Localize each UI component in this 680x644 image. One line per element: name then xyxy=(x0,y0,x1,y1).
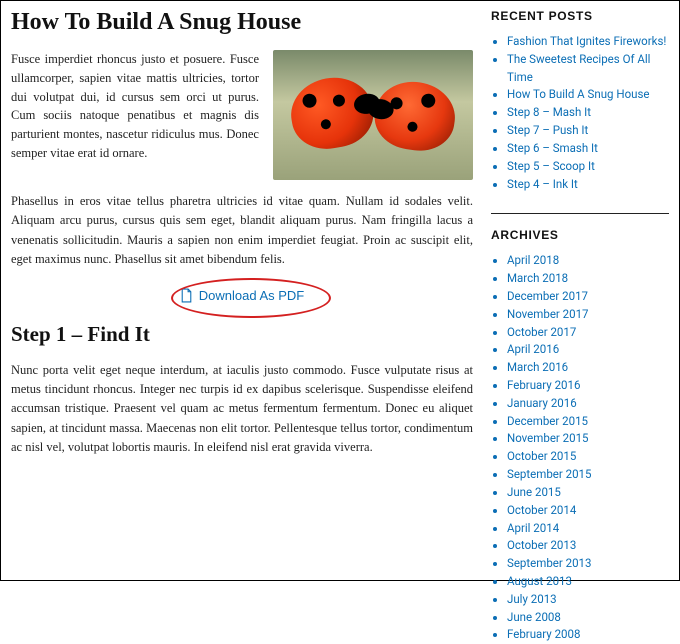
list-item: February 2016 xyxy=(507,377,669,395)
archive-link[interactable]: March 2018 xyxy=(507,271,568,285)
ladybug-icon xyxy=(371,77,460,155)
list-item: April 2014 xyxy=(507,520,669,538)
featured-image xyxy=(273,50,473,180)
archive-link[interactable]: February 2016 xyxy=(507,378,580,392)
list-item: June 2015 xyxy=(507,484,669,502)
archive-link[interactable]: October 2015 xyxy=(507,449,576,463)
list-item: June 2008 xyxy=(507,609,669,627)
recent-post-link[interactable]: Step 5 – Scoop It xyxy=(507,159,595,173)
list-item: October 2014 xyxy=(507,502,669,520)
archive-link[interactable]: April 2016 xyxy=(507,342,559,356)
list-item: October 2017 xyxy=(507,324,669,342)
archive-link[interactable]: March 2016 xyxy=(507,360,568,374)
archive-link[interactable]: November 2017 xyxy=(507,307,589,321)
archive-link[interactable]: September 2013 xyxy=(507,556,592,570)
recent-posts-list: Fashion That Ignites Fireworks! The Sweet… xyxy=(491,33,669,193)
list-item: November 2015 xyxy=(507,430,669,448)
sidebar: RECENT POSTS Fashion That Ignites Firewo… xyxy=(491,9,669,570)
recent-post-link[interactable]: Step 6 – Smash It xyxy=(507,141,598,155)
list-item: July 2013 xyxy=(507,591,669,609)
list-item: Fashion That Ignites Fireworks! xyxy=(507,33,669,51)
archive-link[interactable]: October 2013 xyxy=(507,538,576,552)
archives-heading: ARCHIVES xyxy=(491,228,669,242)
recent-post-link[interactable]: Step 4 – Ink It xyxy=(507,177,578,191)
lead-paragraph: Fusce imperdiet rhoncus justo et posuere… xyxy=(11,50,259,163)
pdf-file-icon xyxy=(180,288,193,303)
list-item: April 2016 xyxy=(507,341,669,359)
recent-post-link[interactable]: How To Build A Snug House xyxy=(507,87,650,101)
recent-posts-heading: RECENT POSTS xyxy=(491,9,669,23)
archive-link[interactable]: June 2008 xyxy=(507,610,561,624)
paragraph: Phasellus in eros vitae tellus pharetra … xyxy=(11,192,473,270)
list-item: The Sweetest Recipes Of All Time xyxy=(507,51,669,87)
list-item: March 2016 xyxy=(507,359,669,377)
list-item: March 2018 xyxy=(507,270,669,288)
archive-link[interactable]: July 2013 xyxy=(507,592,557,606)
list-item: Step 5 – Scoop It xyxy=(507,158,669,176)
list-item: How To Build A Snug House xyxy=(507,86,669,104)
recent-post-link[interactable]: The Sweetest Recipes Of All Time xyxy=(507,52,650,84)
archive-link[interactable]: April 2014 xyxy=(507,521,559,535)
lead-row: Fusce imperdiet rhoncus justo et posuere… xyxy=(11,50,473,180)
list-item: September 2015 xyxy=(507,466,669,484)
pdf-row: Download As PDF xyxy=(11,288,473,308)
list-item: January 2016 xyxy=(507,395,669,413)
archive-link[interactable]: November 2015 xyxy=(507,431,589,445)
ladybug-icon xyxy=(286,71,379,154)
list-item: April 2018 xyxy=(507,252,669,270)
recent-post-link[interactable]: Step 7 – Push It xyxy=(507,123,588,137)
list-item: December 2015 xyxy=(507,413,669,431)
list-item: October 2015 xyxy=(507,448,669,466)
archive-link[interactable]: February 2008 xyxy=(507,627,580,641)
list-item: Step 7 – Push It xyxy=(507,122,669,140)
archive-link[interactable]: June 2015 xyxy=(507,485,561,499)
archive-link[interactable]: December 2015 xyxy=(507,414,588,428)
list-item: August 2013 xyxy=(507,573,669,591)
archives-list: April 2018 March 2018 December 2017 Novembe… xyxy=(491,252,669,644)
list-item: December 2017 xyxy=(507,288,669,306)
list-item: February 2008 xyxy=(507,626,669,644)
recent-post-link[interactable]: Fashion That Ignites Fireworks! xyxy=(507,34,666,48)
archive-link[interactable]: December 2017 xyxy=(507,289,588,303)
list-item: September 2013 xyxy=(507,555,669,573)
archive-link[interactable]: January 2016 xyxy=(507,396,577,410)
archive-link[interactable]: October 2014 xyxy=(507,503,576,517)
list-item: Step 8 – Mash It xyxy=(507,104,669,122)
download-pdf-link[interactable]: Download As PDF xyxy=(180,288,305,303)
archive-link[interactable]: October 2017 xyxy=(507,325,576,339)
recent-post-link[interactable]: Step 8 – Mash It xyxy=(507,105,591,119)
paragraph: Nunc porta velit eget neque interdum, at… xyxy=(11,361,473,458)
archive-link[interactable]: April 2018 xyxy=(507,253,559,267)
step-heading: Step 1 – Find It xyxy=(11,322,473,347)
archive-link[interactable]: September 2015 xyxy=(507,467,592,481)
list-item: November 2017 xyxy=(507,306,669,324)
list-item: Step 6 – Smash It xyxy=(507,140,669,158)
list-item: October 2013 xyxy=(507,537,669,555)
download-pdf-label: Download As PDF xyxy=(199,288,305,303)
post-title: How To Build A Snug House xyxy=(11,9,473,36)
main-content: How To Build A Snug House Fusce imperdie… xyxy=(11,9,491,570)
list-item: Step 4 – Ink It xyxy=(507,176,669,194)
widget-separator xyxy=(491,213,669,214)
